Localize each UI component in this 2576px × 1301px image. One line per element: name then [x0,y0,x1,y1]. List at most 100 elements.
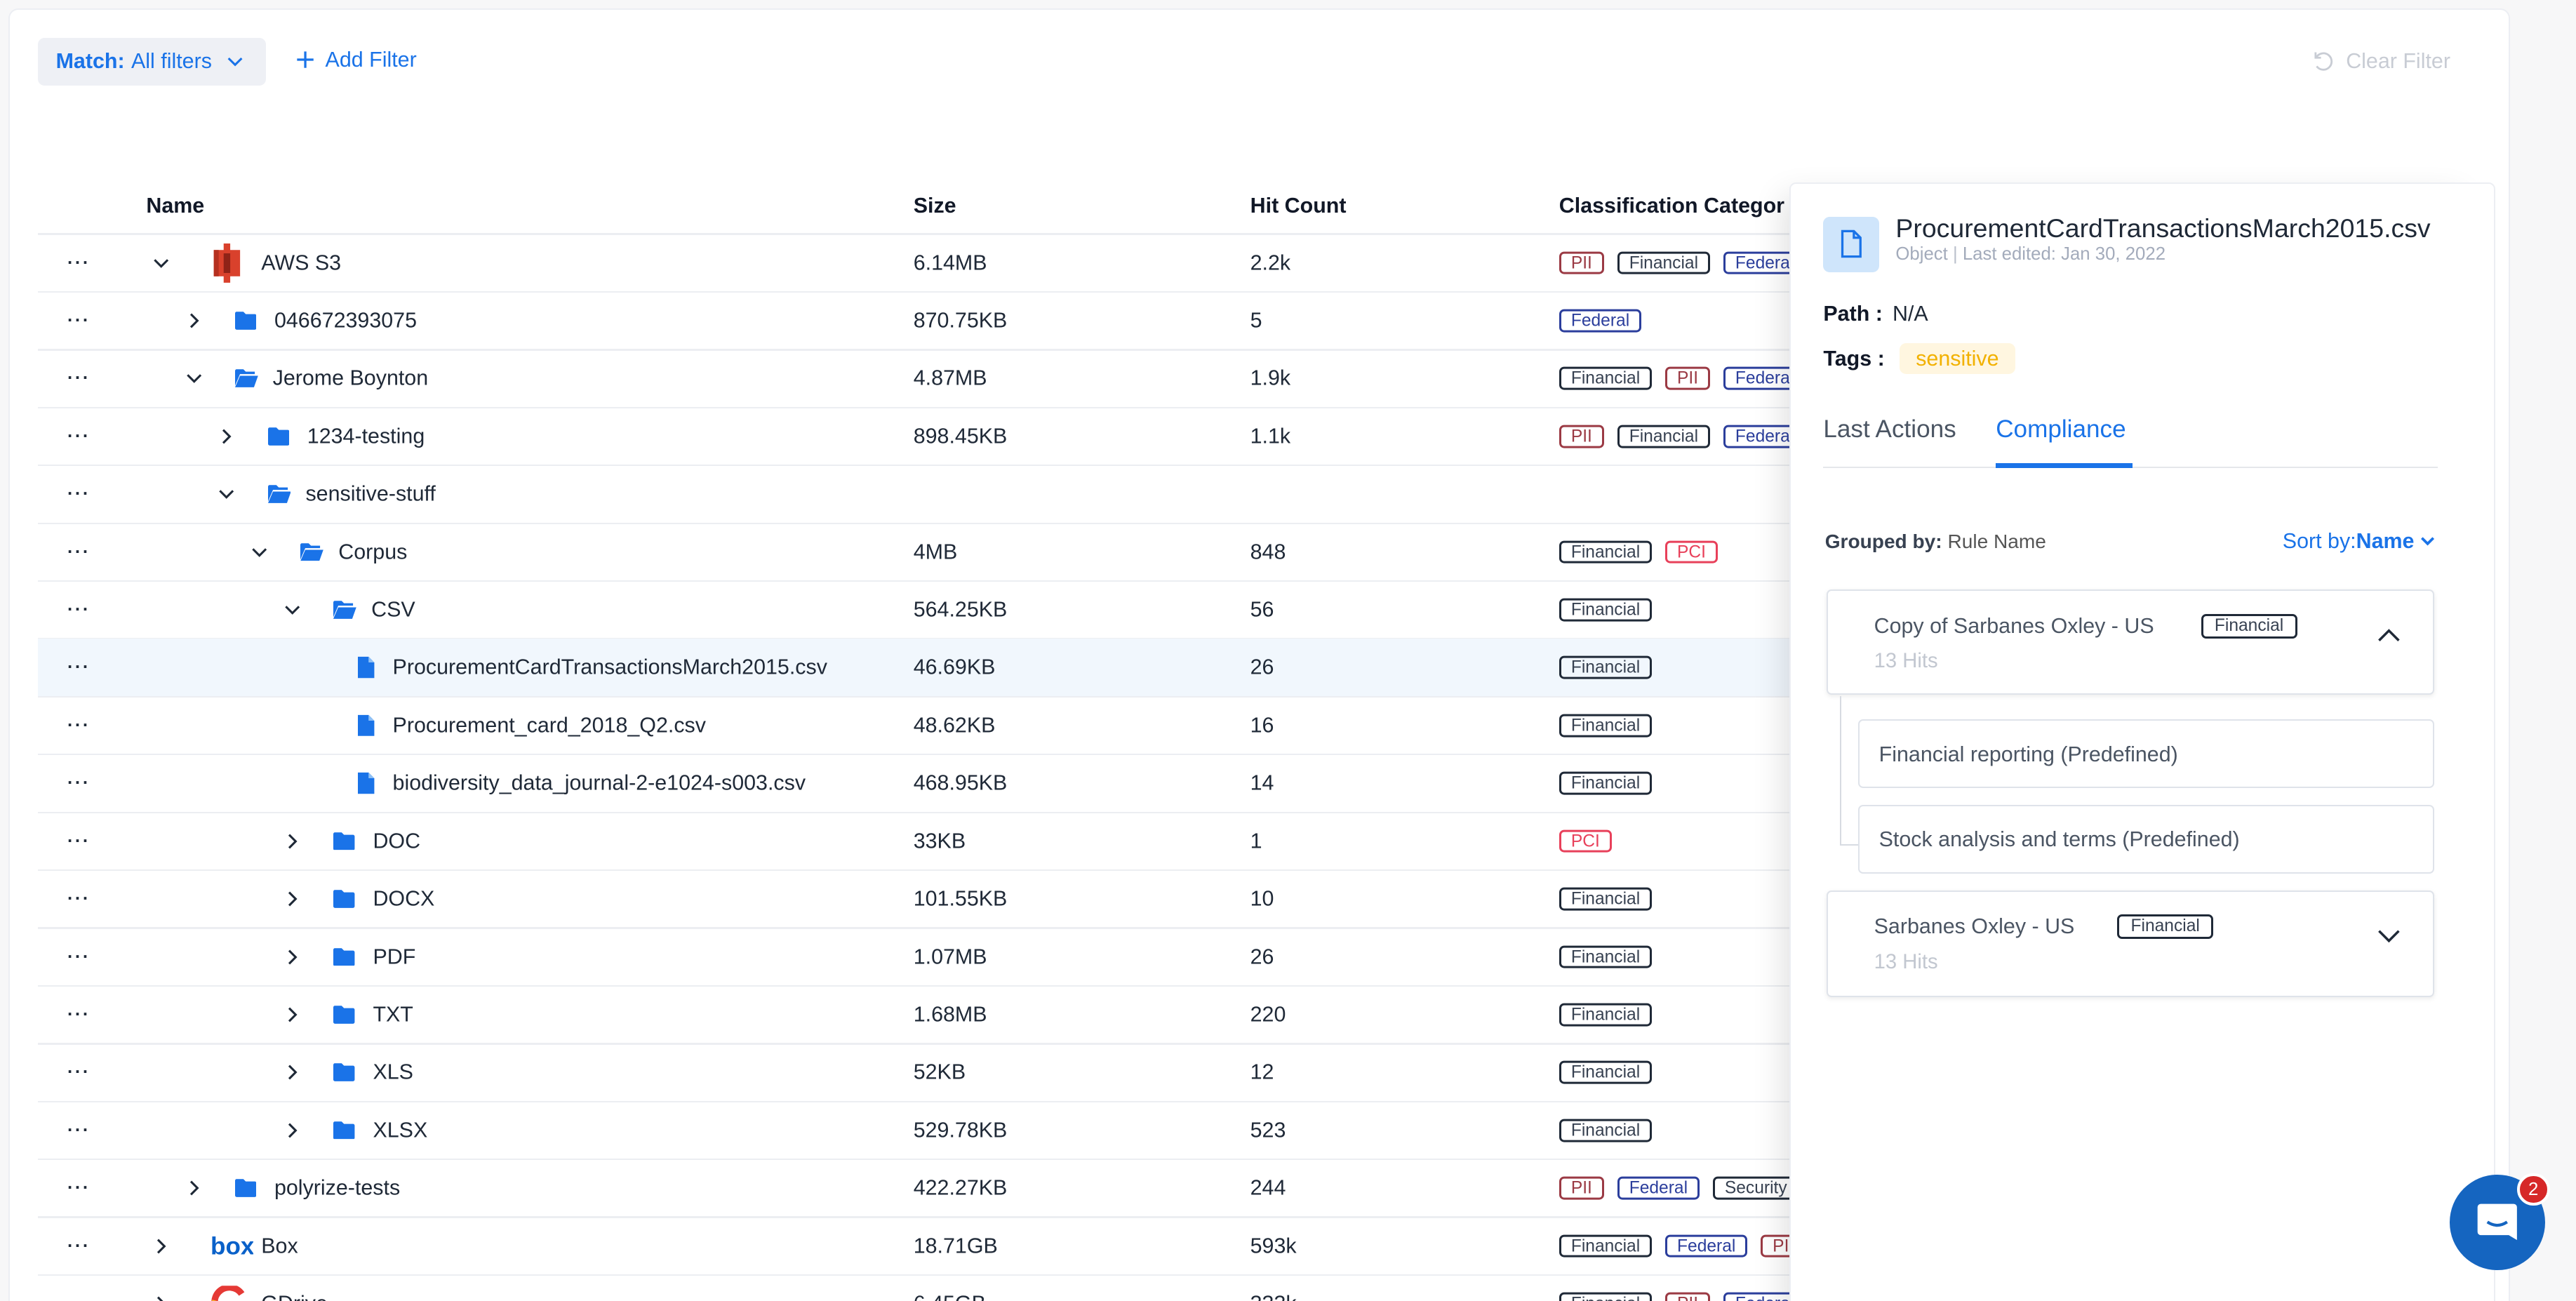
table-row[interactable]: ··· Jerome Boynton 4.87MB 1.9k Financial PII F… [38,349,1806,407]
table-row[interactable]: ···GDrive6.45GB333kFinancialPIIFederal [38,1275,1806,1301]
chevron-right-icon[interactable] [284,1122,300,1138]
row-actions-menu[interactable]: ··· [67,1062,91,1083]
table-row[interactable]: ··· 1234-testing 898.45KB 1.1k PII Financial F… [38,408,1806,465]
clear-filter-label: Clear Filter [2346,49,2450,74]
row-name[interactable]: XLS [373,1060,413,1085]
chevron-down-icon[interactable] [153,255,169,271]
row-name[interactable]: GDrive [261,1291,328,1301]
row-name[interactable]: Procurement_card_2018_Q2.csv [393,713,706,738]
classification-tag: Financial [1559,887,1653,911]
table-row[interactable]: ··· PDF 1.07MB 26 Financial [38,928,1796,986]
row-actions-menu[interactable]: ··· [67,1293,91,1301]
table-row[interactable]: ··· AWS S3 6.14MB 2.2k PII Financial Federal [38,234,1806,292]
table-row[interactable]: ··· 046672393075 870.75KB 5 Federal [38,292,1796,349]
table-row[interactable]: ··· biodiversity_data_journal-2-e1024-s00… [38,754,1796,812]
chevron-down-icon[interactable] [251,544,267,560]
chevron-right-icon[interactable] [284,1006,300,1022]
row-actions-menu[interactable]: ··· [67,542,91,562]
chevron-right-icon[interactable] [153,1238,169,1254]
row-actions-menu[interactable]: ··· [67,889,91,909]
add-filter-button[interactable]: Add Filter [295,48,417,72]
sort-by-dropdown[interactable]: Sort by:Name [2283,529,2435,554]
rule-hits: 13 Hits [1874,650,1938,673]
row-hit-count: 26 [1250,655,1274,679]
chevron-right-icon[interactable] [284,1065,300,1081]
chevron-right-icon[interactable] [153,1295,169,1301]
table-row[interactable]: ··· Corpus 4MB 848 Financial PCI [38,523,1796,581]
row-name[interactable]: 1234-testing [307,424,425,448]
table-row[interactable]: ··· TXT 1.68MB 220 Financial [38,986,1796,1043]
row-actions-menu[interactable]: ··· [67,658,91,678]
table-row[interactable]: ··· box Box 18.71GB 593k Financial Federal PII [38,1217,1806,1275]
row-actions-menu[interactable]: ··· [67,1120,91,1140]
row-actions-menu[interactable]: ··· [67,311,91,331]
row-actions-menu[interactable]: ··· [67,484,91,505]
row-name[interactable]: biodiversity_data_journal-2-e1024-s003.c… [393,771,806,796]
column-header-hit-count[interactable]: Hit Count [1250,194,1347,218]
row-actions-menu[interactable]: ··· [67,368,91,389]
row-name[interactable]: AWS S3 [261,251,341,275]
chevron-right-icon[interactable] [284,833,300,849]
table-row[interactable]: ··· XLS 52KB 12 Financial [38,1043,1796,1101]
row-hit-count: 848 [1250,540,1286,564]
row-name[interactable]: CSV [371,598,415,622]
column-header-name[interactable]: Name [146,194,204,218]
tab-compliance[interactable]: Compliance [1996,415,2125,443]
row-actions-menu[interactable]: ··· [67,831,91,851]
table-row[interactable]: ··· DOCX 101.55KB 10 Financial [38,870,1796,928]
row-name[interactable]: 046672393075 [274,309,417,333]
classification-tags: Financial PCI [1559,540,1719,564]
row-actions-menu[interactable]: ··· [67,253,91,273]
table-row[interactable]: ··· DOC 33KB 1 PCI [38,813,1796,870]
row-actions-menu[interactable]: ··· [67,1236,91,1256]
rule-card[interactable]: Sarbanes Oxley - US Financial 13 Hits [1827,890,2435,997]
row-name[interactable]: ProcurementCardTransactionsMarch2015.csv [393,655,827,680]
row-actions-menu[interactable]: ··· [67,1178,91,1199]
chevron-right-icon[interactable] [218,428,234,444]
row-actions-menu[interactable]: ··· [67,715,91,735]
row-name[interactable]: sensitive-stuff [305,482,435,507]
chevron-right-icon[interactable] [186,312,202,328]
row-name[interactable]: PDF [373,945,415,969]
row-actions-menu[interactable]: ··· [67,426,91,446]
chevron-down-icon[interactable] [2377,928,2401,944]
table-row[interactable]: ··· Procurement_card_2018_Q2.csv 48.62KB 16… [38,697,1796,754]
tab-last-actions[interactable]: Last Actions [1823,415,1956,443]
table-row[interactable]: ··· sensitive-stuff [38,465,1796,523]
row-actions-menu[interactable]: ··· [67,773,91,794]
row-actions-menu[interactable]: ··· [67,947,91,967]
row-name[interactable]: TXT [373,1002,413,1027]
chevron-right-icon[interactable] [186,1180,202,1196]
chevron-up-icon[interactable] [2377,627,2401,643]
table-row[interactable]: ··· polyrize-tests 422.27KB 244 PII Federal Se… [38,1159,1799,1217]
row-name[interactable]: polyrize-tests [274,1176,400,1201]
row-name[interactable]: DOCX [373,887,434,912]
row-size: 1.07MB [913,945,987,968]
table-row[interactable]: ··· XLSX 529.78KB 523 Financial [38,1102,1796,1159]
row-name[interactable]: Corpus [338,540,407,564]
chevron-right-icon[interactable] [284,890,300,907]
clear-filter-button[interactable]: Clear Filter [2311,49,2450,74]
chevron-down-icon[interactable] [284,601,300,618]
chevron-right-icon[interactable] [284,949,300,965]
table-row[interactable]: ··· ProcurementCardTransactionsMarch2015.… [37,639,1796,697]
classification-tag: Financial [1617,251,1711,274]
match-filter-dropdown[interactable]: Match: All filters [37,37,267,86]
folder-icon [333,890,355,908]
chevron-down-icon[interactable] [218,486,234,502]
row-name[interactable]: Box [261,1234,298,1258]
chevron-down-icon[interactable] [186,371,202,387]
row-name[interactable]: DOC [373,829,420,853]
row-actions-menu[interactable]: ··· [67,600,91,620]
plus-icon [297,51,314,69]
row-name[interactable]: Jerome Boynton [273,366,429,391]
rule-child[interactable]: Financial reporting (Predefined) [1857,719,2435,789]
rule-child[interactable]: Stock analysis and terms (Predefined) [1857,804,2435,874]
rule-card[interactable]: Copy of Sarbanes Oxley - US Financial 13… [1827,589,2435,695]
column-header-size[interactable]: Size [914,194,956,218]
classification-tags: Financial [1559,1119,1653,1142]
table-row[interactable]: ··· CSV 564.25KB 56 Financial [38,581,1796,639]
column-header-classification[interactable]: Classification Categor [1559,194,1789,218]
row-name[interactable]: XLSX [373,1118,427,1142]
row-actions-menu[interactable]: ··· [67,1004,91,1025]
